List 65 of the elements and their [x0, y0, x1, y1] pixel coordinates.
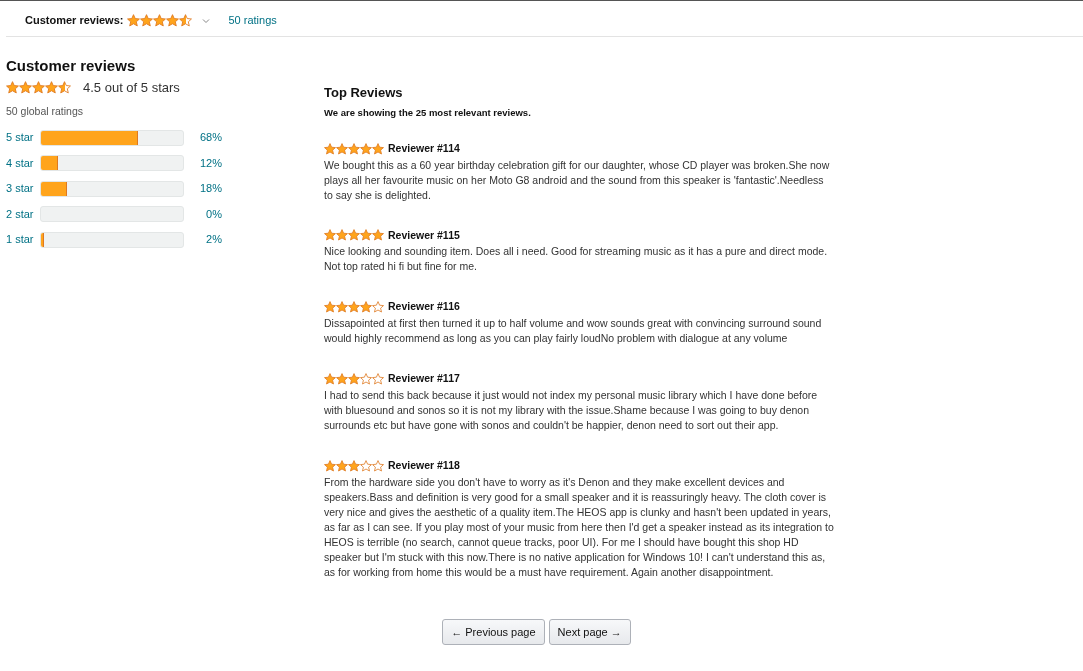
star-icon [348, 459, 360, 472]
half-star-icon [58, 81, 71, 95]
review-text: Nice looking and sounding item. Does all i need. Good for streaming music as it has a pure and direct mode. Not top rated hi fi but fine for me. [324, 244, 829, 275]
percent-link[interactable]: 18% [184, 180, 222, 197]
star-icon [324, 301, 336, 314]
empty-star-icon [360, 459, 372, 472]
star-icon [140, 14, 154, 27]
star-icon [360, 301, 372, 314]
half-star-icon [179, 14, 193, 27]
reviewer-name: Reviewer #118 [388, 457, 460, 473]
star-icon [336, 372, 348, 385]
star-icon [348, 301, 360, 314]
summary-label: Customer reviews: [25, 13, 124, 29]
section-title: Customer reviews [6, 57, 137, 75]
star-icon [336, 459, 348, 472]
star-filter-link[interactable]: 2 star [6, 205, 40, 223]
review-text: From the hardware side you don't have to worry as it's Denon and they make excellent devices and speakers.Bass and definition is very good for a small speaker and it is reassuringly heavy. The cloth cover is very nice and gives the aesthetic of a quality item.The HEOS app is clunky and hasn't been updated in years, as far as I can see. If you play most of your music from here then I'd get a speaker instead as its integration to HEOS is terrible (no search, cannot queue tracks, poor UI). For me I should have bought this shop HD speaker but I'm stuck with this now.There is no native application for Windows 10! I can't understand this as, as for working from home this would be a must have requirement. Again another disappointment. [324, 474, 834, 580]
star-icon [166, 14, 180, 27]
rating-text: 4.5 out of 5 stars [83, 79, 180, 97]
star-icon [372, 229, 384, 242]
star-filter-link[interactable]: 3 star [6, 180, 40, 197]
ratings-link[interactable]: 50 ratings [228, 12, 277, 29]
star-icon [348, 229, 360, 242]
reviewer-name: Reviewer #115 [388, 227, 460, 243]
star-icon [348, 142, 360, 155]
star-icon [324, 372, 336, 385]
star-icon [348, 372, 360, 385]
empty-star-icon [360, 372, 372, 385]
star-icon [336, 142, 348, 155]
caret-icon[interactable] [202, 17, 211, 24]
star-icon [324, 142, 336, 155]
star-icon [360, 229, 372, 242]
reviewer-name: Reviewer #114 [388, 140, 460, 156]
star-icon [45, 81, 58, 95]
star-icon [372, 142, 384, 155]
empty-star-icon [372, 372, 384, 385]
reviewer-name: Reviewer #116 [388, 299, 460, 315]
section-title: Top Reviews [324, 85, 404, 101]
empty-star-icon [372, 301, 384, 314]
percent-link[interactable]: 68% [184, 129, 222, 146]
previous-page-button[interactable]: ← Previous page [442, 618, 545, 646]
review-text: We bought this as a 60 year birthday celebration gift for our daughter, whose CD player was broken.She now plays all her favourite music on her Moto G8 android and the sound from this speaker is 'fantastic'.Needless to say she is delighted. [324, 157, 831, 203]
empty-star-icon [372, 459, 384, 472]
star-icon [336, 301, 348, 314]
percent-link[interactable]: 0% [184, 205, 222, 223]
star-filter-link[interactable]: 4 star [6, 154, 40, 172]
star-icon [336, 229, 348, 242]
next-page-button[interactable]: Next page → [548, 618, 631, 646]
reviewer-name: Reviewer #117 [388, 371, 460, 387]
percent-link[interactable]: 2% [184, 231, 222, 248]
star-icon [153, 14, 167, 27]
star-filter-link[interactable]: 5 star [6, 129, 40, 146]
star-icon [324, 459, 336, 472]
review-text: I had to send this back because it just would not index my personal music library which I have done before with bluesound and sonos so it is not my library with the issue.Shame because I was going to buy denon surrounds etc but have gone with sonos and couldn't be happier, denon need to sort out their app. [324, 387, 819, 433]
global-ratings: 50 global ratings [6, 103, 85, 119]
star-icon [32, 81, 45, 95]
star-icon [19, 81, 32, 95]
star-icon [324, 229, 336, 242]
review-text: Dissapointed at first then turned it up to half volume and wow sounds great with convincing surround sound would highly recommend as long as you can play fairly loudNo problem with dialogue at any volume [324, 316, 823, 347]
star-icon [360, 142, 372, 155]
star-icon [6, 81, 19, 95]
percent-link[interactable]: 12% [184, 154, 222, 172]
star-filter-link[interactable]: 1 star [6, 231, 40, 248]
reviews-note: We are showing the 25 most relevant reviews. [324, 105, 532, 120]
star-icon [127, 14, 141, 27]
